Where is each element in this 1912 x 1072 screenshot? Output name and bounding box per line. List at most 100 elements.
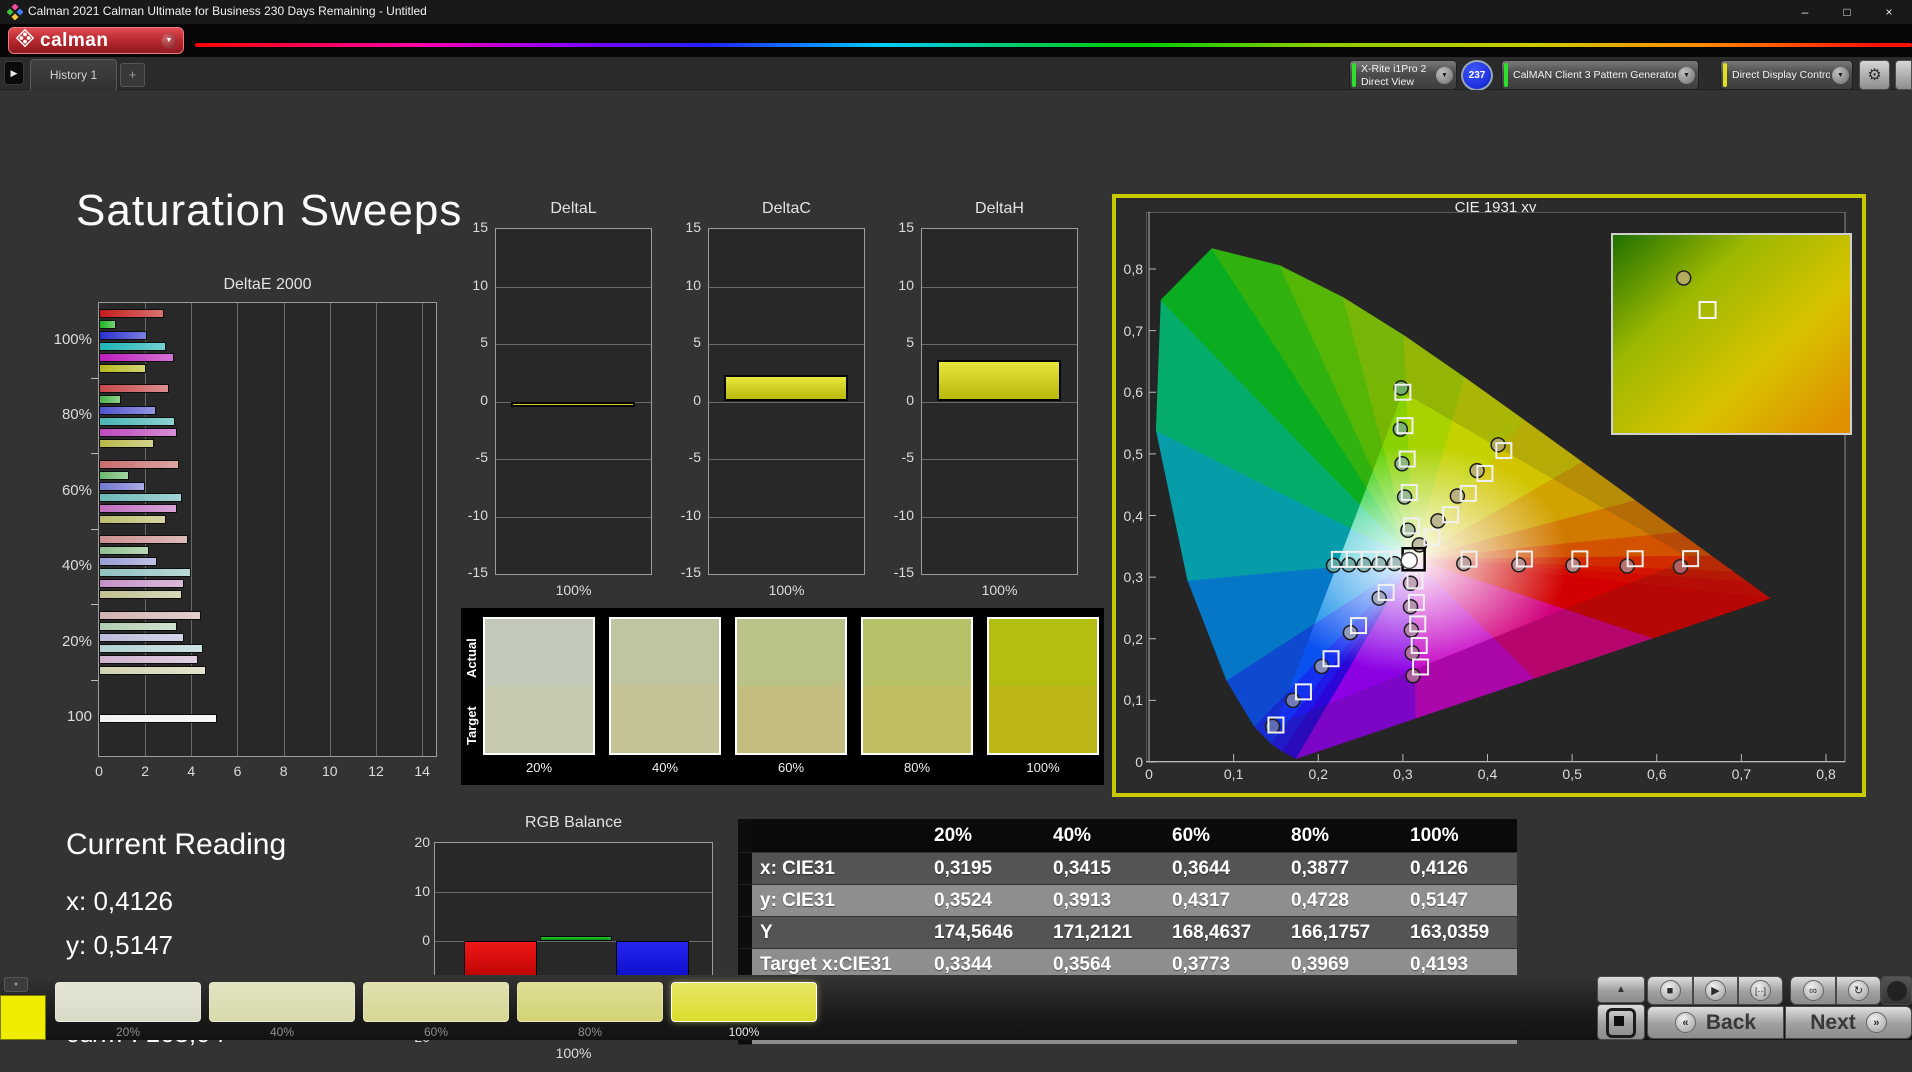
play-icon: ▶ xyxy=(1705,980,1726,1001)
deltae-bar xyxy=(99,654,199,664)
minimize-button[interactable]: – xyxy=(1784,0,1826,24)
next-label: Next xyxy=(1810,1010,1856,1034)
patch-button-40%[interactable] xyxy=(209,982,355,1022)
next-button[interactable]: Next » xyxy=(1785,1006,1912,1039)
table-header-cell: 20% xyxy=(922,819,1041,852)
window-title: Calman 2021 Calman Ultimate for Business… xyxy=(28,4,427,18)
y-axis-tick-label: -5 xyxy=(901,449,914,465)
patch-label: 60% xyxy=(423,1025,449,1039)
chevron-down-icon: ▼ xyxy=(161,32,177,49)
back-button[interactable]: « Back xyxy=(1647,1006,1784,1039)
pattern-generator-dropdown[interactable]: CalMAN Client 3 Pattern Generator ▼ xyxy=(1501,60,1699,90)
continuous-read-button[interactable]: ∞ xyxy=(1790,976,1836,1005)
refresh-icon: ↻ xyxy=(1848,980,1869,1001)
table-cell: x: CIE31 xyxy=(752,853,922,884)
patch-button-20%[interactable] xyxy=(55,982,201,1022)
deltal-plot-area xyxy=(495,228,652,575)
axis-tick xyxy=(91,604,98,605)
axis-tick xyxy=(91,453,98,454)
meter-dropdown[interactable]: X-Rite i1Pro 2 Direct View ▼ xyxy=(1349,60,1457,90)
tab-history-1[interactable]: History 1 xyxy=(30,59,117,90)
cie-1931-panel: CIE 1931 xy 0 0,1 0,2 0,3 0,4 0,5 0,6 0,7 0,8 0,8… xyxy=(1112,194,1866,797)
deltae-bar xyxy=(99,621,178,631)
deltae-bar xyxy=(99,546,149,556)
refresh-button[interactable]: ↻ xyxy=(1836,976,1881,1005)
patch-button-80%[interactable] xyxy=(517,982,663,1022)
meter-status-bar xyxy=(1352,63,1356,87)
calman-menu-button[interactable]: calman ▼ xyxy=(8,27,184,54)
gridline xyxy=(922,344,1077,345)
x-axis-label: 100% xyxy=(768,582,805,598)
deltae-bar xyxy=(99,395,121,405)
swatch-label: 20% xyxy=(525,760,553,775)
y-axis-tick-label: 0,6 xyxy=(1123,384,1143,401)
pattern-generator-label: CalMAN Client 3 Pattern Generator xyxy=(1513,69,1676,81)
axis-tick xyxy=(91,528,98,530)
x-axis-tick-label: 4 xyxy=(187,763,196,779)
page-title: Saturation Sweeps xyxy=(76,186,463,235)
pattern-window-button[interactable] xyxy=(1597,1004,1645,1040)
deltae-bar xyxy=(99,590,183,600)
actual-target-swatch-strip: Actual Target 20% 40% 60% 80% 100% xyxy=(461,608,1104,785)
patch-label: 80% xyxy=(577,1025,603,1039)
deltae-bar xyxy=(99,492,183,502)
deltae-bar xyxy=(99,319,117,329)
current-reading-title: Current Reading xyxy=(66,828,287,861)
gridline xyxy=(922,286,1077,288)
deltae-bar xyxy=(99,610,201,620)
add-tab-button[interactable]: + xyxy=(120,63,145,87)
table-cell: 0,3913 xyxy=(1041,885,1160,916)
table-cell: 0,5147 xyxy=(1398,885,1517,916)
table-cell: 0,4728 xyxy=(1279,885,1398,916)
current-reading-panel: Current Reading x: 0,4126 y: 0,5147 fL: … xyxy=(66,828,287,1048)
table-cell: 0,3415 xyxy=(1041,853,1160,884)
axis-tick xyxy=(91,377,98,379)
deltae-bar xyxy=(99,352,175,362)
cie-zoom-inset xyxy=(1611,233,1852,435)
gridline xyxy=(922,401,1077,403)
display-control-dropdown[interactable]: Direct Display Control ▼ xyxy=(1720,60,1853,90)
inset-measured-point xyxy=(1675,270,1692,286)
gridline xyxy=(922,459,1077,460)
deltae-bar xyxy=(99,459,179,469)
magenta-measured-point xyxy=(1403,622,1420,638)
y-axis-group-label: 100 xyxy=(66,708,92,726)
meter-count-badge[interactable]: 237 xyxy=(1461,60,1493,91)
table-cell: 0,3195 xyxy=(922,853,1041,884)
gear-icon[interactable]: ⚙ xyxy=(1859,60,1890,90)
gridline xyxy=(709,286,864,288)
patch-button-100%[interactable] xyxy=(671,982,817,1022)
y-axis-tick-label: -5 xyxy=(688,449,701,465)
table-cell: y: CIE31 xyxy=(752,885,922,916)
x-axis-tick-label: 0,6 xyxy=(1647,766,1667,782)
patch-button-60%[interactable] xyxy=(363,982,509,1022)
pattern-series-button[interactable]: [··] xyxy=(1738,976,1783,1005)
close-button[interactable]: × xyxy=(1868,0,1910,24)
collapse-controls-button[interactable]: ▲ xyxy=(1597,976,1645,1003)
deltae-bar xyxy=(99,713,217,723)
maximize-button[interactable]: □ xyxy=(1826,0,1868,24)
swatch-label: 100% xyxy=(1026,760,1060,775)
deltae-bar xyxy=(99,503,178,513)
reading-y: y: 0,5147 xyxy=(66,930,173,960)
series-icon: [··] xyxy=(1750,980,1771,1001)
y-axis-group-label: 20% xyxy=(61,632,92,650)
y-axis-tick-label: 0 xyxy=(480,391,488,408)
chart-title: DeltaH xyxy=(975,200,1024,217)
delta-bar xyxy=(511,401,635,407)
collapse-strip-button[interactable]: ● xyxy=(4,977,28,992)
table-cell: 163,0359 xyxy=(1398,917,1517,948)
patch-label: 20% xyxy=(115,1025,141,1039)
chart-title: RGB Balance xyxy=(525,814,622,831)
deltae-bar xyxy=(99,428,178,438)
cie-1931-plot xyxy=(1146,212,1852,763)
x-axis-tick-label: 0 xyxy=(95,763,103,779)
play-button[interactable]: ▶ xyxy=(1693,976,1738,1005)
clipped-toolbar-button[interactable] xyxy=(1895,60,1912,90)
y-axis-tick-label: 0,2 xyxy=(1123,630,1143,647)
deltae-bar xyxy=(99,632,185,642)
panel-expander-button[interactable]: ▶ xyxy=(4,61,24,85)
stop-button[interactable]: ■ xyxy=(1647,976,1693,1005)
table-cell: 174,5646 xyxy=(922,917,1041,948)
meter-name: X-Rite i1Pro 2 xyxy=(1361,63,1427,75)
